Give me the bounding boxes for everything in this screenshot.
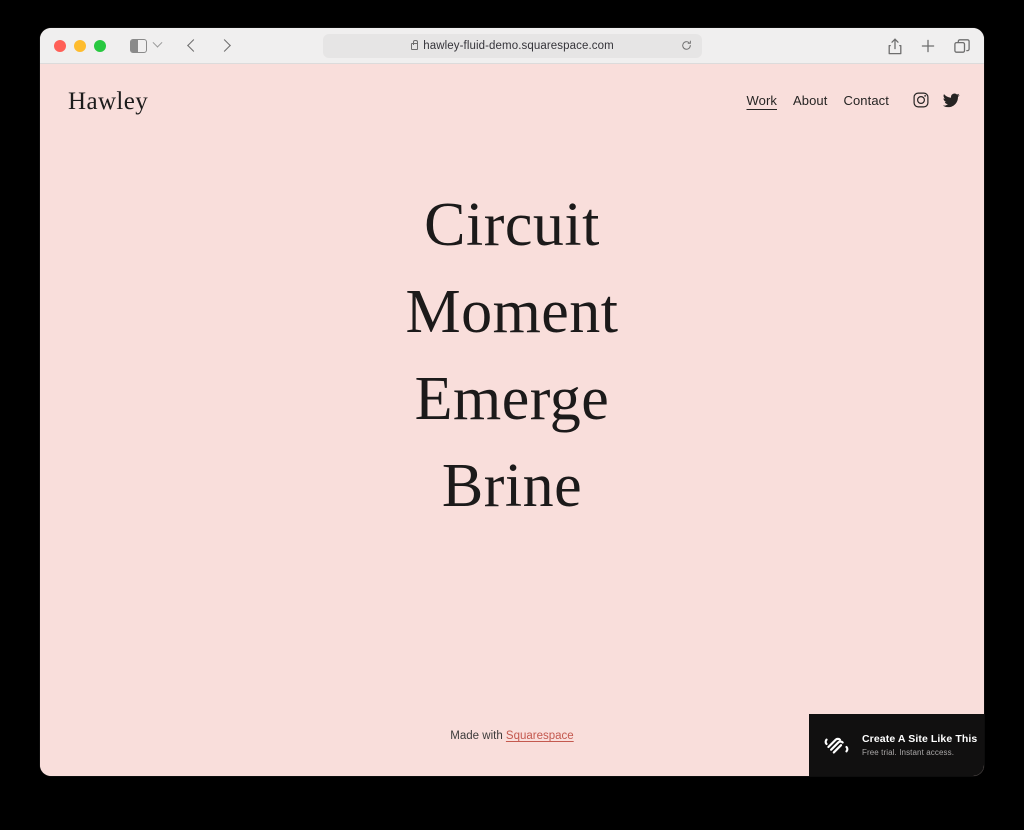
page-content: Hawley Work About Contact Circuit Moment…	[40, 64, 984, 776]
promo-banner[interactable]: Create A Site Like This Free trial. Inst…	[809, 714, 984, 776]
new-tab-icon[interactable]	[921, 39, 935, 53]
squarespace-link[interactable]: Squarespace	[506, 730, 574, 742]
minimize-window-button[interactable]	[74, 39, 86, 52]
site-header: Hawley Work About Contact	[40, 64, 984, 144]
hero-line-circuit[interactable]: Circuit	[40, 182, 984, 269]
hero-line-emerge[interactable]: Emerge	[40, 356, 984, 443]
traffic-lights	[54, 39, 106, 52]
close-window-button[interactable]	[54, 39, 66, 52]
maximize-window-button[interactable]	[94, 39, 106, 52]
url-text: hawley-fluid-demo.squarespace.com	[423, 40, 614, 52]
site-navigation: Work About Contact	[747, 92, 961, 108]
squarespace-logo-icon	[824, 737, 849, 754]
hero-heading-list: Circuit Moment Emerge Brine	[40, 144, 984, 530]
social-links	[913, 92, 960, 108]
nav-item-work[interactable]: Work	[747, 93, 778, 108]
navigation-buttons	[187, 39, 231, 52]
twitter-icon[interactable]	[943, 92, 960, 108]
tab-overview-icon[interactable]	[954, 38, 970, 54]
share-icon[interactable]	[888, 38, 902, 55]
toolbar-right-actions	[888, 28, 970, 64]
reload-icon[interactable]	[681, 40, 692, 51]
sidebar-icon	[130, 38, 147, 53]
browser-window: hawley-fluid-demo.squarespace.com Hawley…	[40, 28, 984, 776]
promo-title: Create A Site Like This	[862, 733, 978, 745]
lock-icon	[411, 40, 419, 50]
footer-prefix: Made with	[450, 730, 506, 742]
hero-line-moment[interactable]: Moment	[40, 269, 984, 356]
sidebar-toggle-button[interactable]	[130, 37, 163, 53]
nav-item-about[interactable]: About	[793, 93, 827, 108]
forward-button[interactable]	[218, 39, 231, 52]
hero-line-brine[interactable]: Brine	[40, 443, 984, 530]
nav-item-contact[interactable]: Contact	[843, 93, 889, 108]
address-bar[interactable]: hawley-fluid-demo.squarespace.com	[323, 34, 702, 58]
chevron-down-icon[interactable]	[152, 37, 163, 48]
browser-toolbar: hawley-fluid-demo.squarespace.com	[40, 28, 984, 64]
back-button[interactable]	[187, 39, 200, 52]
promo-text: Create A Site Like This Free trial. Inst…	[862, 733, 977, 757]
promo-subtitle: Free trial. Instant access.	[862, 748, 955, 757]
instagram-icon[interactable]	[913, 92, 929, 108]
site-logo[interactable]: Hawley	[68, 88, 148, 116]
